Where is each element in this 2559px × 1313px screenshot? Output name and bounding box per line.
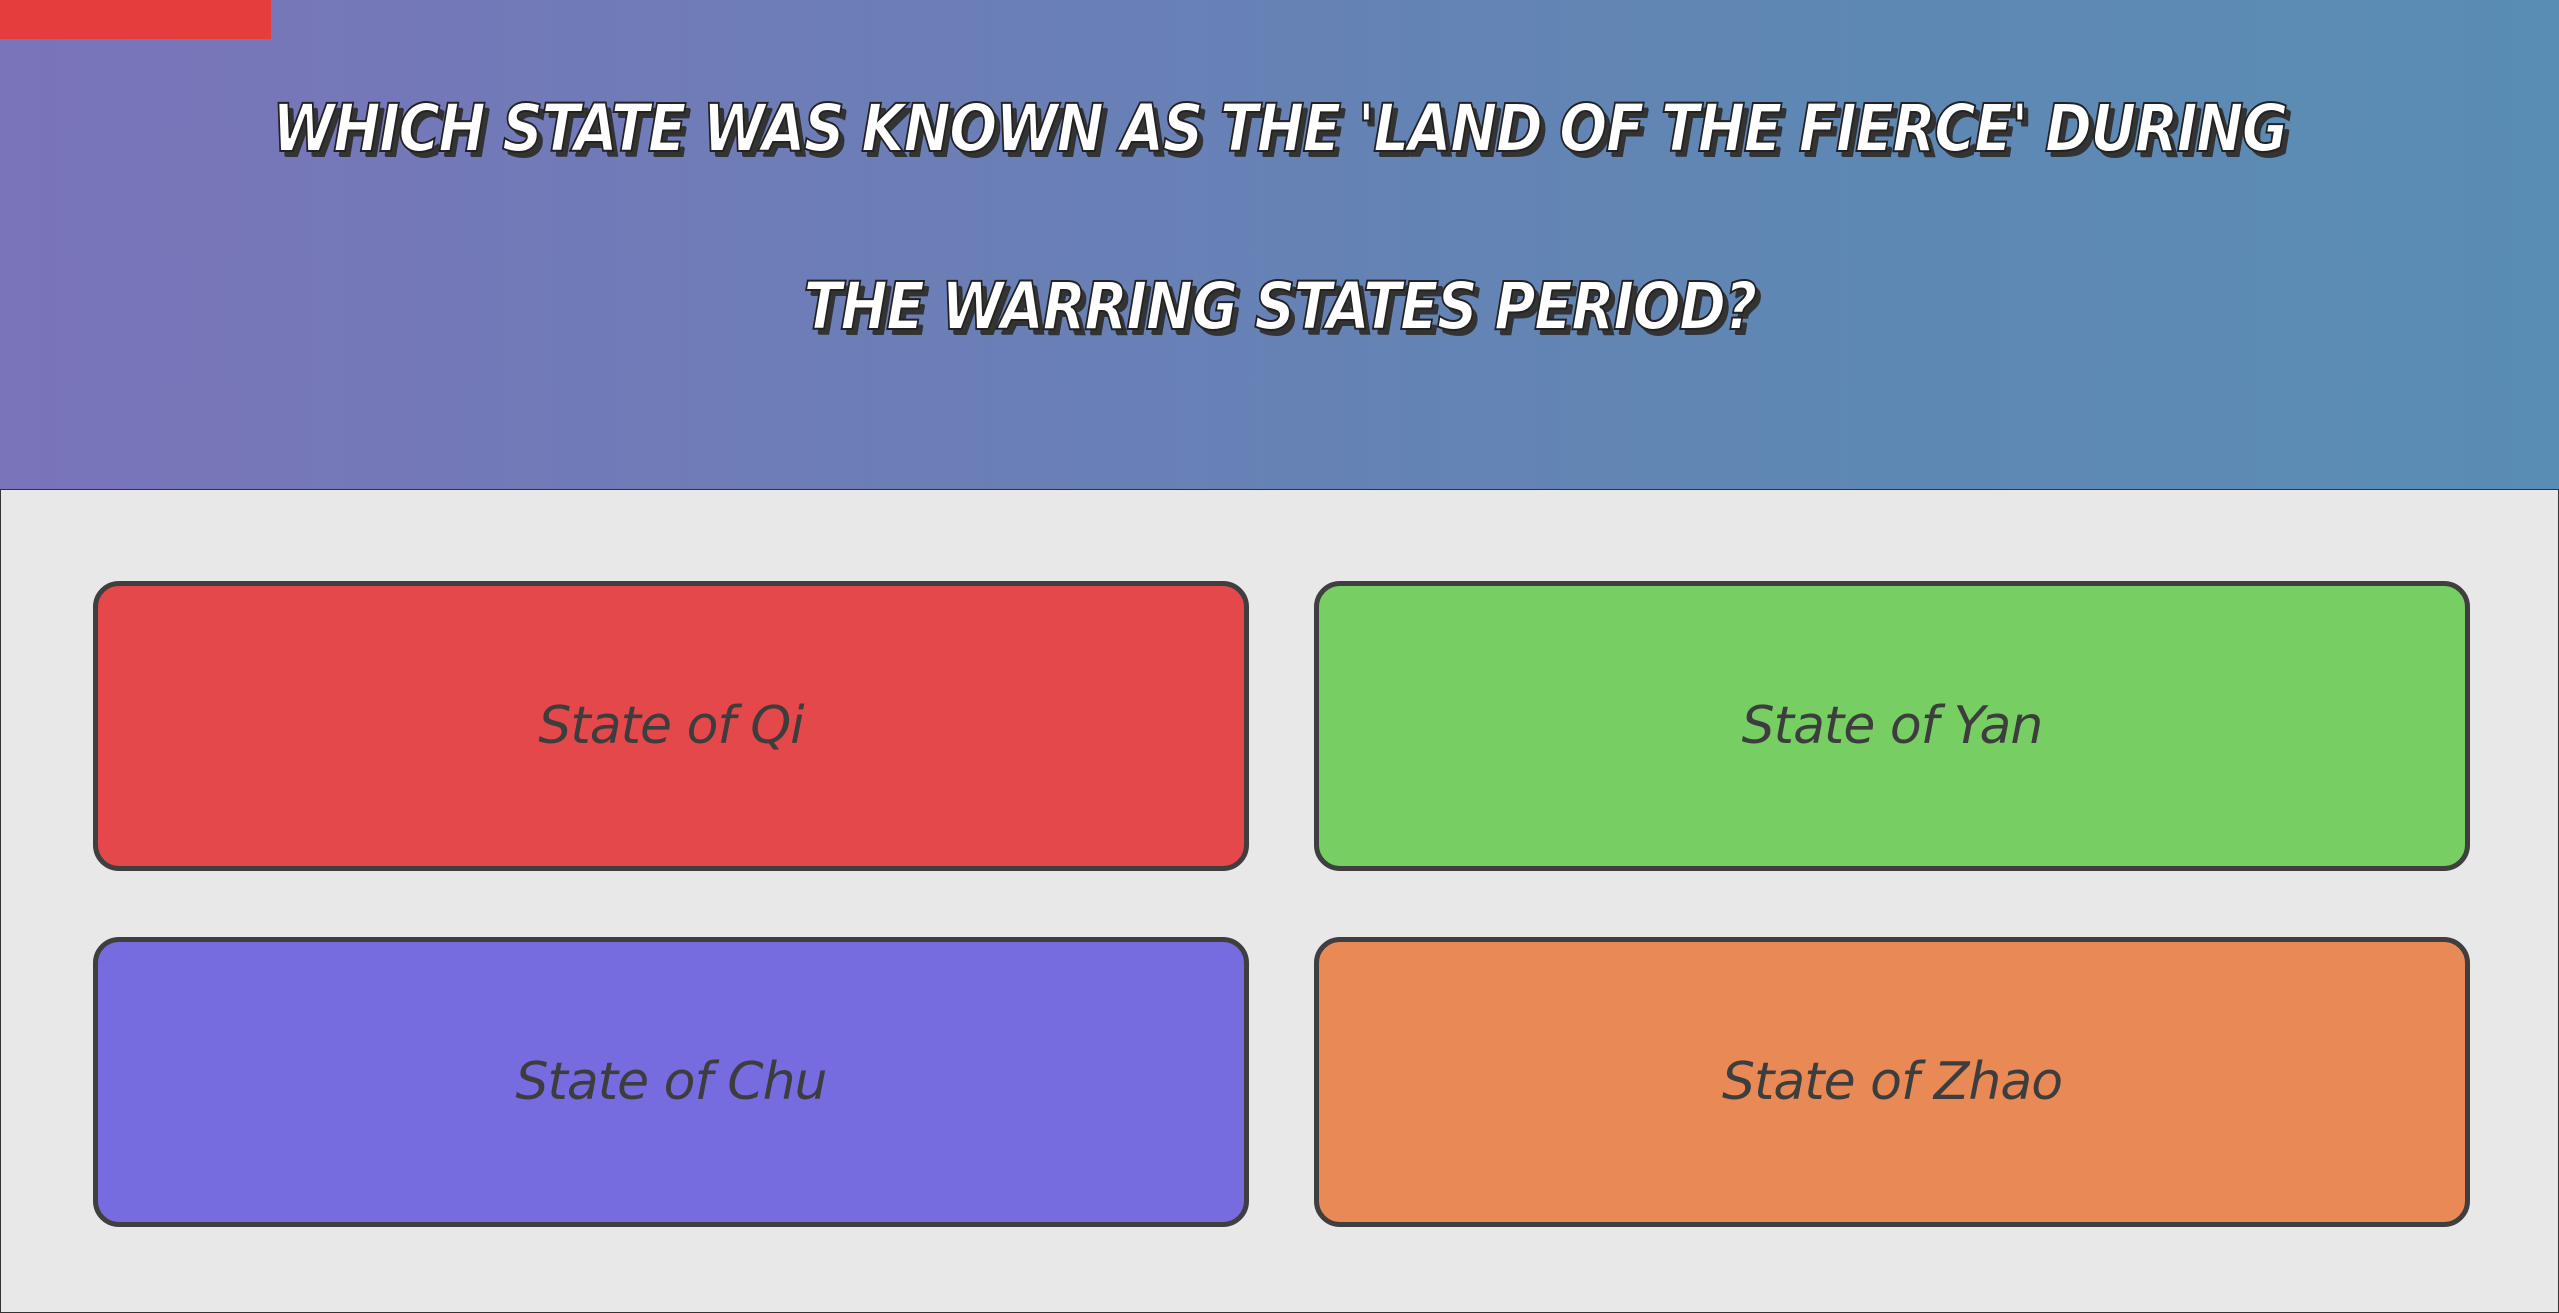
answer-panel: State of Qi State of Yan State of Chu St…	[0, 489, 2559, 1313]
question-text: Which state was known as the 'Land of th…	[271, 89, 2289, 346]
answer-button-2[interactable]: State of Yan	[1314, 581, 2470, 871]
timer-progress-bar	[0, 0, 272, 39]
answer-label-1: State of Qi	[538, 696, 804, 756]
answer-label-3: State of Chu	[515, 1052, 827, 1112]
answer-label-2: State of Yan	[1741, 696, 2044, 756]
answer-label-4: State of Zhao	[1721, 1052, 2063, 1112]
answer-button-1[interactable]: State of Qi	[93, 581, 1249, 871]
answer-button-3[interactable]: State of Chu	[93, 937, 1249, 1227]
answer-button-4[interactable]: State of Zhao	[1314, 937, 2470, 1227]
question-header: Which state was known as the 'Land of th…	[0, 0, 2559, 489]
